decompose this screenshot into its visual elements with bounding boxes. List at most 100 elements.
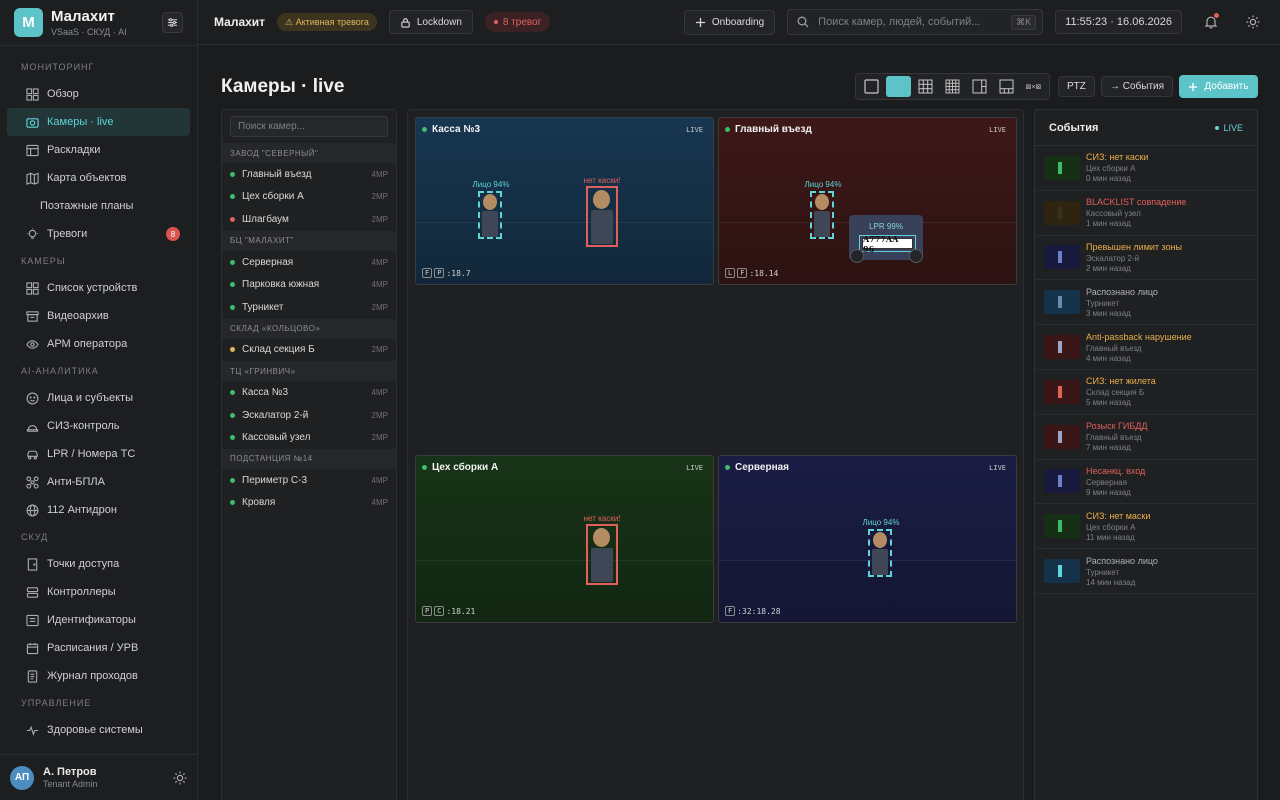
view-1plus7-button[interactable] [994,76,1019,97]
camera-list-item[interactable]: Касса №3 4MP [222,381,396,404]
event-thumbnail [1044,200,1080,225]
event-time: 4 мин назад [1086,353,1131,363]
notifications-button[interactable] [1200,11,1222,33]
alarms-count-badge[interactable]: 8 тревог [484,12,551,32]
event-item[interactable]: Розыск ГИБДД Главный въезд 7 мин назад [1035,415,1257,460]
camera-list-item[interactable]: Эскалатор 2-й 2MP [222,404,396,427]
event-time: 7 мин назад [1086,443,1131,453]
camera-list-item[interactable]: Шлагбаум 2MP [222,208,396,231]
event-item[interactable]: Несанкц. вход Серверная 9 мин назад [1035,460,1257,505]
sidebar-item[interactable]: Контроллеры [7,578,190,606]
video-tile-kassa[interactable]: Касса №3 LIVE Лицо 94% нет каски! F P:18.… [415,117,714,285]
sidebar-item-label: 112 Антидрон [47,504,117,516]
ptz-button[interactable]: PTZ [1058,76,1095,97]
camera-list-item[interactable]: Цех сборки А 2MP [222,186,396,209]
sidebar-item[interactable]: Анти-БПЛА [7,468,190,496]
sidebar-item[interactable]: Точки доступа [7,550,190,578]
event-item[interactable]: BLACKLIST совпадение Кассовый узел 1 мин н… [1035,191,1257,236]
person-body [482,211,498,237]
sidebar-item[interactable]: Карта объектов [7,164,190,192]
onboarding-button[interactable]: Onboarding [683,9,776,35]
user-profile[interactable]: АП А. Петров Tenant Admin [0,754,197,800]
camera-resolution: 4MP [371,257,388,267]
camera-list-item[interactable]: Кассовый узел 2MP [222,426,396,449]
event-item[interactable]: Распознано лицо Турникет 3 мин назад [1035,280,1257,326]
helmet-label: нет каски! [583,176,621,185]
sidebar-item[interactable]: Видеоархив [7,302,190,330]
event-thumbnail [1044,245,1080,270]
live-badge: LIVE [686,126,703,134]
sidebar-item[interactable]: Обзор [7,80,190,108]
video-tile-workshop-a[interactable]: Цех сборки А LIVE нет каски! P C:18.21 [415,455,714,623]
event-item[interactable]: Anti-passback нарушение Главный въезд 4 ми… [1035,325,1257,370]
event-title: Розыск ГИБДД [1086,421,1148,432]
sidebar-item[interactable]: Камеры · live [7,108,190,136]
camera-group-header[interactable]: СКЛАД «КОЛЬЦОВО» [222,318,396,339]
person-body [591,548,613,582]
camera-status-dot [230,477,235,483]
sidebar-item[interactable]: Список устройств [7,274,190,302]
view-1plus5-button[interactable] [967,76,992,97]
event-item[interactable]: СИЗ: нет жилета Склад секция Б5 мин назад [1035,370,1257,415]
global-search-input[interactable]: Поиск камер, людей, событий... ⌘K [787,9,1044,35]
sidebar-item[interactable]: Поэтажные планы [7,192,190,220]
lockdown-button[interactable]: Lockdown [388,10,473,34]
view-1x1-button[interactable] [859,76,884,97]
theme-icon[interactable] [173,771,187,785]
sidebar-item[interactable]: Журнал проходов [7,662,190,690]
camera-group-header[interactable]: БЦ "МАЛАХИТ" [222,230,396,251]
avatar[interactable]: АП [10,765,34,790]
view-3x3-button[interactable] [913,76,938,97]
camera-list-item[interactable]: Периметр С-3 4MP [222,469,396,492]
event-title: Распознано лицо [1086,555,1158,566]
view-custom-button[interactable]: ⊠×⊠ [1021,76,1046,97]
layout-icon [25,143,39,157]
settings-button[interactable] [1242,11,1264,33]
video-tile-server-room[interactable]: Серверная LIVE Лицо 94% F:32:18.28 [718,455,1017,623]
camera-resolution: 2MP [371,192,388,202]
sidebar-item-label: Здоровье системы [47,724,143,736]
add-camera-button[interactable]: Добавить [1179,75,1258,98]
camera-list-item[interactable]: Серверная 4MP [222,251,396,274]
sidebar-item[interactable]: СИЗ-контроль [7,412,190,440]
sidebar-item-label: Лица и субъекты [47,392,133,404]
event-item[interactable]: Распознано лицо Турникет 14 мин назад [1035,549,1257,594]
sidebar-item[interactable]: Раскладки [7,136,190,164]
sidebar-item-label: Камеры · live [47,116,114,128]
camera-list-item[interactable]: Турникет 2MP [222,296,396,319]
sidebar-item[interactable]: Идентификаторы [7,606,190,634]
camera-group-header[interactable]: ПОДСТАНЦИЯ №14 [222,448,396,469]
camera-group-header[interactable]: ТЦ «ГРИНВИЧ» [222,361,396,382]
layout-1x1-icon [864,79,879,94]
view-2x2-button[interactable] [886,76,911,97]
camera-list-item[interactable]: Парковка южная 4MP [222,273,396,296]
events-button[interactable]: → События [1101,76,1174,97]
camera-resolution: 2MP [371,410,388,420]
active-alarm-badge[interactable]: ⚠ Активная тревога [277,13,377,31]
camera-groups: ЗАВОД "СЕВЕРНЫЙ" Главный въезд 4MP Цех сбор… [222,143,396,514]
sidebar-item[interactable]: Расписания / УРВ [7,634,190,662]
video-tile-main-entrance[interactable]: Главный въезд LIVE Лицо 94% LPR 99% A777… [718,117,1017,285]
sidebar-item[interactable]: Лица и субъекты [7,384,190,412]
status-dot [422,127,427,132]
sidebar-item[interactable]: LPR / Номера ТС [7,440,190,468]
sidebar: M Малахит VSaaS · СКУД · AI МОНИТОРИНГ Об… [0,0,198,800]
camera-search-input[interactable]: Поиск камер... [230,116,388,137]
camera-group-header[interactable]: ЗАВОД "СЕВЕРНЫЙ" [222,143,396,163]
event-item[interactable]: Превышен лимит зоны Эскалатор 2-й 2 мин на… [1035,236,1257,281]
sidebar-item[interactable]: Тревоги 8 [7,220,190,248]
sidebar-item-label: Раскладки [47,144,101,156]
sidebar-collapse-button[interactable] [162,12,183,33]
event-item[interactable]: СИЗ: нет каски Цех сборки А0 мин назад [1035,146,1257,191]
page-title: Камеры · live [221,76,345,97]
camera-list-item[interactable]: Склад секция Б 2MP [222,339,396,362]
camera-resolution: 2MP [371,214,388,224]
sidebar-item[interactable]: АРМ оператора [7,330,190,358]
event-item[interactable]: СИЗ: нет маски Цех сборки А 11 мин назад [1035,504,1257,550]
brand-logo[interactable]: M [14,8,43,37]
view-4x4-button[interactable] [940,76,965,97]
sidebar-item[interactable]: 112 Антидрон [7,496,190,524]
camera-list-item[interactable]: Кровля 4MP [222,492,396,515]
camera-list-item[interactable]: Главный въезд 4MP [222,163,396,186]
sidebar-item[interactable]: Здоровье системы [7,716,190,744]
